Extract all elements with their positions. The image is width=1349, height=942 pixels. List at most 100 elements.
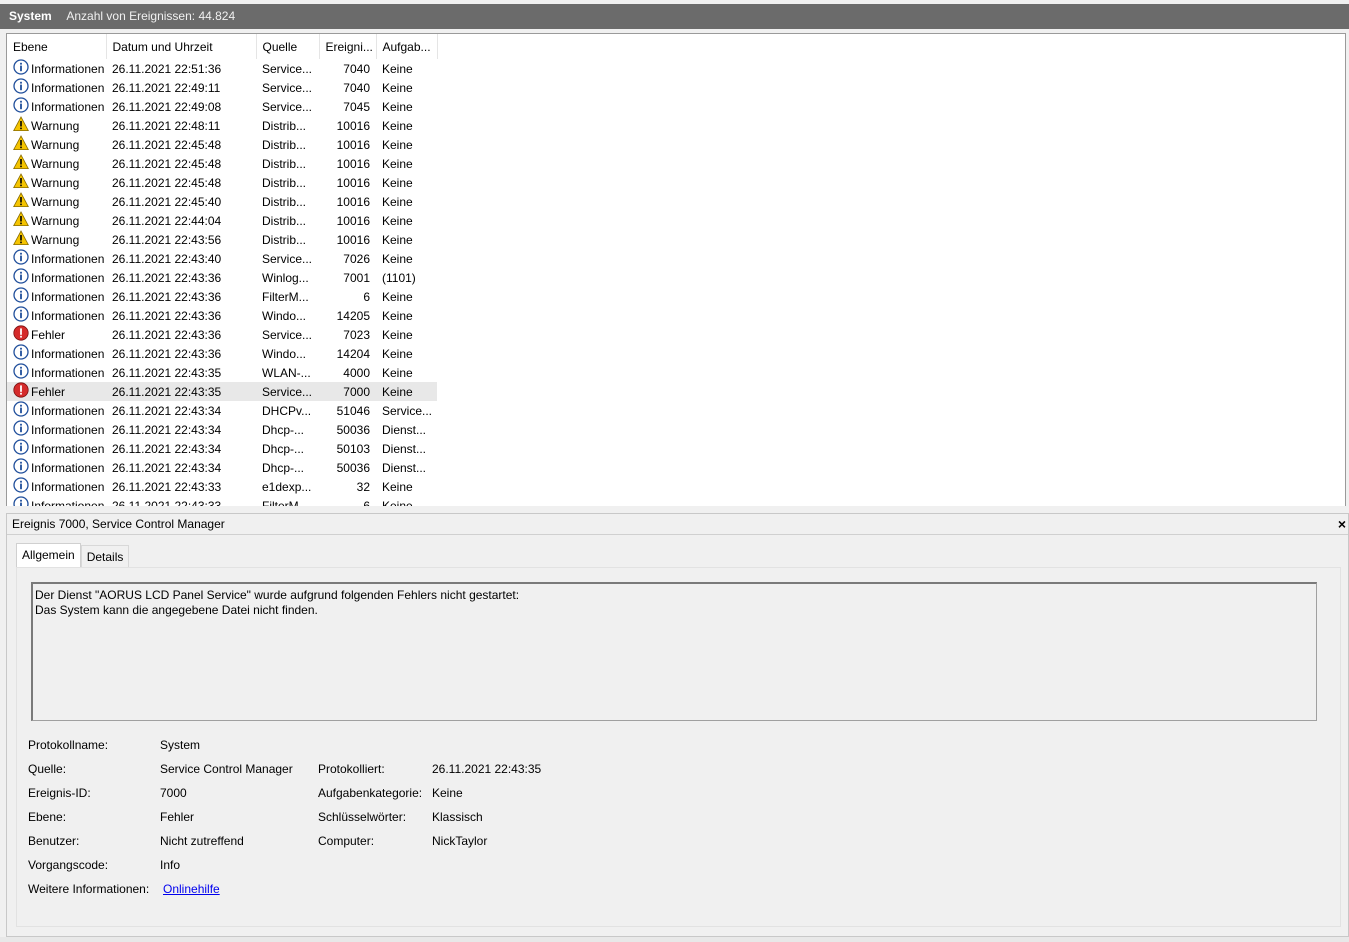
cell-event-id: 7001	[343, 270, 370, 285]
level-wrap: Informationen	[13, 59, 106, 78]
level-text: Informationen	[31, 308, 105, 323]
level-wrap: Informationen	[13, 268, 106, 287]
table-row[interactable]: Informationen 26.11.2021 22:43:36 Winlog..…	[7, 268, 437, 287]
cell-source: Winlog...	[262, 270, 309, 285]
table-row[interactable]: Warnung 26.11.2021 22:45:48 Distrib... 1001…	[7, 173, 437, 192]
value-computer: NickTaylor	[432, 834, 488, 848]
column-header-ebene[interactable]: Ebene	[7, 34, 107, 59]
table-row[interactable]: Warnung 26.11.2021 22:43:56 Distrib... 1001…	[7, 230, 437, 249]
cell-task: Keine	[376, 382, 437, 401]
cell-level: Warnung	[7, 230, 106, 249]
label-ereignis-id: Ereignis-ID:	[28, 786, 91, 800]
level-text: Warnung	[31, 137, 80, 152]
info-icon	[13, 287, 31, 306]
tab-details[interactable]: Details	[80, 545, 130, 568]
info-icon	[13, 78, 31, 97]
info-icon	[13, 401, 31, 420]
cell-date: 26.11.2021 22:43:56	[112, 232, 222, 247]
table-row[interactable]: Informationen 26.11.2021 22:43:34 Dhcp-...…	[7, 420, 437, 439]
event-table: Ebene Datum und Uhrzeit Quelle Ereigni..…	[7, 34, 438, 507]
column-header-row: Ebene Datum und Uhrzeit Quelle Ereigni..…	[7, 34, 438, 59]
table-row[interactable]: Warnung 26.11.2021 22:45:40 Distrib... 1001…	[7, 192, 437, 211]
info-icon	[13, 268, 31, 287]
cell-event-id: 10016	[336, 137, 370, 152]
level-text: Informationen	[31, 346, 105, 361]
level-wrap: Informationen	[13, 306, 106, 325]
cell-level: Warnung	[7, 135, 106, 154]
cell-event-id: 14204	[336, 346, 370, 361]
cell-source: Service...	[262, 99, 313, 114]
level-wrap: Informationen	[13, 97, 106, 116]
label-ebene: Ebene:	[28, 810, 67, 824]
column-header-ereignis-id[interactable]: Ereigni...	[319, 34, 377, 59]
cell-level: Informationen	[7, 249, 106, 268]
cell-level: Informationen	[7, 268, 106, 287]
table-row[interactable]: Informationen 26.11.2021 22:43:34 Dhcp-...…	[7, 439, 437, 458]
column-header-datum[interactable]: Datum und Uhrzeit	[106, 34, 257, 59]
cell-level: Warnung	[7, 173, 106, 192]
level-text: Warnung	[31, 156, 80, 171]
value-protokolliert: 26.11.2021 22:43:35	[432, 762, 542, 776]
cell-source: Distrib...	[262, 156, 307, 171]
table-row[interactable]: Informationen 26.11.2021 22:43:33 e1dexp..…	[7, 477, 437, 496]
cell-date: 26.11.2021 22:43:34	[112, 460, 222, 475]
column-header-quelle[interactable]: Quelle	[256, 34, 320, 59]
cell-task: Keine	[382, 289, 413, 304]
cell-event-id: 7026	[343, 251, 370, 266]
table-row[interactable]: Warnung 26.11.2021 22:44:04 Distrib... 1001…	[7, 211, 437, 230]
cell-date: 26.11.2021 22:43:36	[112, 289, 222, 304]
table-row[interactable]: Fehler 26.11.2021 22:43:36 Service... 7023 K…	[7, 325, 437, 344]
column-header-aufgabe[interactable]: Aufgab...	[376, 34, 438, 59]
panel-splitter[interactable]	[0, 506, 1349, 513]
table-row[interactable]: Informationen 26.11.2021 22:49:08 Service.…	[7, 97, 437, 116]
cell-source: Service...	[256, 382, 319, 401]
table-row[interactable]: Warnung 26.11.2021 22:45:48 Distrib... 1001…	[7, 154, 437, 173]
table-row[interactable]: Informationen 26.11.2021 22:51:36 Service.…	[7, 59, 437, 78]
table-row[interactable]: Informationen 26.11.2021 22:43:36 FilterM.…	[7, 287, 437, 306]
table-row[interactable]: Informationen 26.11.2021 22:43:36 Windo...…	[7, 306, 437, 325]
level-wrap: Informationen	[13, 458, 106, 477]
table-row[interactable]: Informationen 26.11.2021 22:43:34 Dhcp-...…	[7, 458, 437, 477]
error-icon	[13, 382, 31, 401]
table-row[interactable]: Warnung 26.11.2021 22:48:11 Distrib... 1001…	[7, 116, 437, 135]
details-title: Ereignis 7000, Service Control Manager	[12, 517, 225, 531]
cell-source: Distrib...	[262, 137, 307, 152]
level-text: Fehler	[31, 384, 66, 399]
info-icon	[13, 420, 31, 439]
close-icon[interactable]: ×	[1338, 514, 1346, 534]
event-list[interactable]: Ebene Datum und Uhrzeit Quelle Ereigni..…	[6, 33, 1346, 508]
level-wrap: Informationen	[13, 439, 106, 458]
cell-source: Windo...	[262, 346, 307, 361]
cell-date: 26.11.2021 22:43:33	[112, 479, 222, 494]
value-ereignis-id: 7000	[160, 786, 187, 800]
event-properties: Protokollname: System Quelle: Service Co…	[17, 568, 1340, 926]
cell-source: e1dexp...	[262, 479, 312, 494]
table-row[interactable]: Informationen 26.11.2021 22:43:34 DHCPv...…	[7, 401, 437, 420]
cell-event-id: 50036	[336, 422, 370, 437]
details-header: Ereignis 7000, Service Control Manager ×	[7, 514, 1348, 535]
level-wrap: Informationen	[13, 401, 106, 420]
level-text: Informationen	[31, 460, 105, 475]
table-row[interactable]: Informationen 26.11.2021 22:43:35 WLAN-...…	[7, 363, 437, 382]
value-protokollname: System	[160, 738, 201, 752]
table-row[interactable]: Warnung 26.11.2021 22:45:48 Distrib... 1001…	[7, 135, 437, 154]
table-row[interactable]: Informationen 26.11.2021 22:43:36 Windo...…	[7, 344, 437, 363]
tab-allgemein[interactable]: Allgemein	[16, 543, 81, 568]
cell-source: Distrib...	[262, 175, 307, 190]
log-name: System	[9, 9, 52, 23]
cell-event-id: 50036	[336, 460, 370, 475]
cell-level: Warnung	[7, 192, 106, 211]
label-schluesselwoerter: Schlüsselwörter:	[318, 810, 407, 824]
cell-source: Service...	[262, 61, 313, 76]
value-benutzer: Nicht zutreffend	[160, 834, 244, 848]
cell-date: 26.11.2021 22:43:34	[112, 422, 222, 437]
level-text: Informationen	[31, 403, 105, 418]
warning-icon	[13, 116, 31, 135]
cell-date: 26.11.2021 22:43:40	[112, 251, 222, 266]
level-text: Informationen	[31, 479, 105, 494]
cell-task: Keine	[382, 327, 413, 342]
table-row[interactable]: Informationen 26.11.2021 22:43:40 Service.…	[7, 249, 437, 268]
onlinehilfe-link[interactable]: Onlinehilfe	[163, 882, 220, 896]
table-row[interactable]: Fehler 26.11.2021 22:43:35 Service... 7000 K…	[7, 382, 437, 401]
table-row[interactable]: Informationen 26.11.2021 22:49:11 Service.…	[7, 78, 437, 97]
